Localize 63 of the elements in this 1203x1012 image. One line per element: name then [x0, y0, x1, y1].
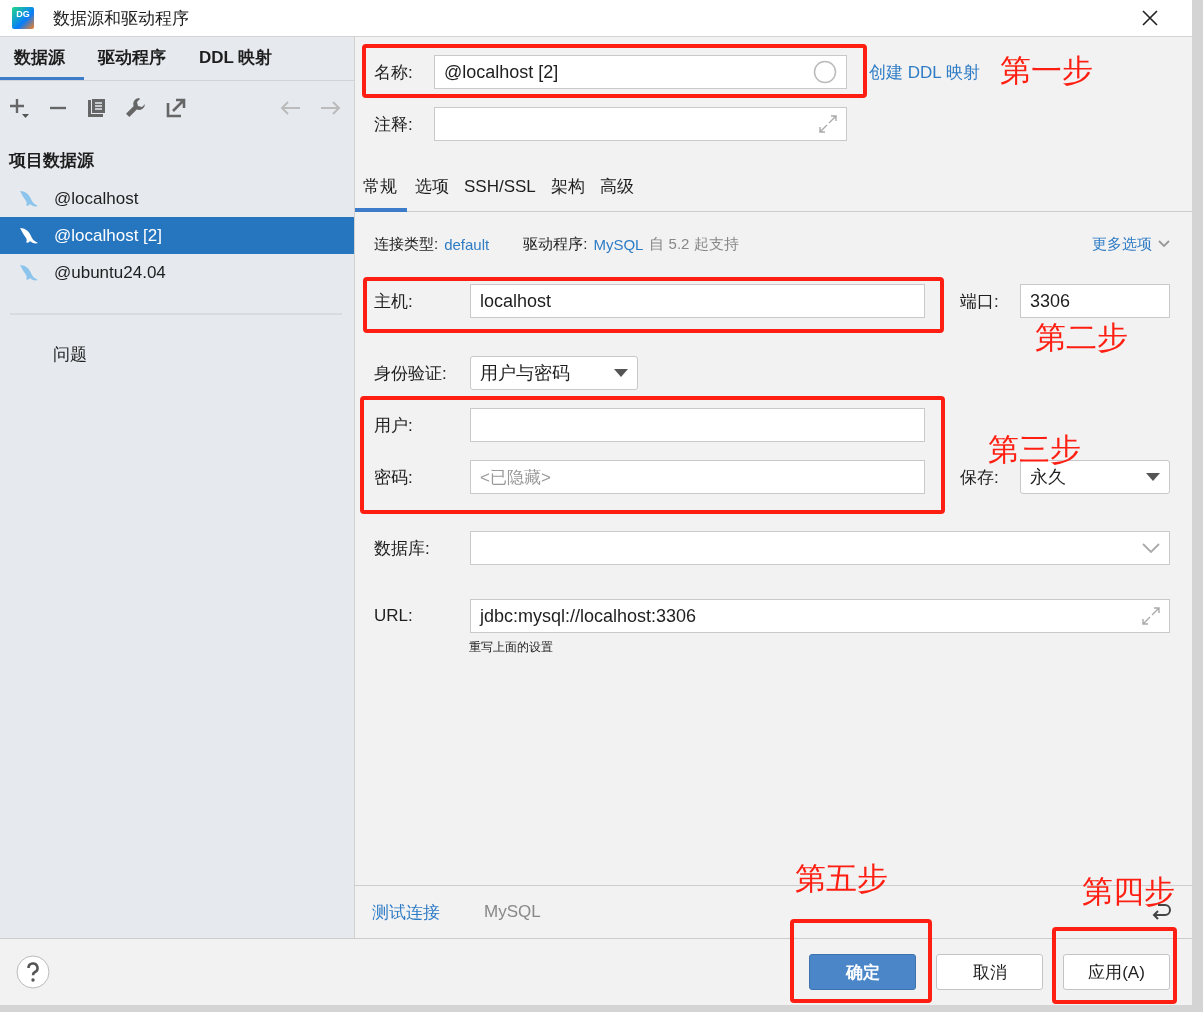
dropdown-arrow-icon	[614, 369, 628, 377]
field-label: 保存:	[960, 466, 1000, 489]
test-connection-link[interactable]: 测试连接	[372, 900, 440, 924]
problems-item[interactable]: 问题	[53, 343, 87, 366]
annotation-label: 第四步	[1082, 875, 1175, 909]
dolphin-icon	[18, 262, 40, 283]
field-label: 端口:	[960, 290, 1000, 313]
annotation-label: 第一步	[1000, 54, 1093, 88]
user-field[interactable]	[470, 408, 925, 442]
datasource-item[interactable]: @localhost [2]	[0, 217, 354, 254]
url-field[interactable]: jdbc:mysql://localhost:3306	[470, 599, 1170, 633]
export-icon[interactable]	[166, 98, 186, 118]
chevron-down-icon[interactable]	[1158, 240, 1170, 248]
app-logo: DG	[12, 7, 34, 29]
field-label: URL:	[374, 606, 414, 626]
field-label: 名称:	[374, 61, 414, 84]
name-field[interactable]: @localhost [2]	[434, 55, 847, 89]
field-label: 密码:	[374, 466, 414, 489]
field-label: 注释:	[374, 113, 414, 136]
sidebar-tab[interactable]: 驱动程序	[84, 37, 185, 80]
settings-tab[interactable]: 常规	[355, 165, 407, 212]
annotation-label: 第二步	[1035, 321, 1128, 355]
dropdown-arrow-icon	[1146, 473, 1160, 481]
settings-tab[interactable]: 选项	[407, 165, 456, 212]
datasource-item[interactable]: @ubuntu24.04	[0, 254, 354, 291]
field-label: 主机:	[374, 290, 414, 313]
driver-name: MySQL	[484, 902, 541, 922]
connection-type-label: 连接类型:	[374, 234, 439, 254]
settings-tab[interactable]: SSH/SSL	[456, 165, 543, 212]
auth-dropdown[interactable]: 用户与密码	[470, 356, 638, 390]
datasource-item[interactable]: @localhost	[0, 180, 354, 217]
section-heading: 项目数据源	[9, 150, 95, 172]
help-icon[interactable]	[16, 955, 50, 989]
chevron-down-icon	[1142, 543, 1160, 553]
host-field[interactable]: localhost	[470, 284, 925, 318]
field-label: 用户:	[374, 414, 414, 437]
field-label: 身份验证:	[374, 362, 448, 385]
sidebar-tab[interactable]: DDL 映射	[185, 37, 292, 80]
field-label: 数据库:	[374, 537, 431, 560]
window-title: 数据源和驱动程序	[53, 7, 190, 30]
ok-button[interactable]: 确定	[809, 954, 916, 990]
create-ddl-link[interactable]: 创建 DDL 映射	[869, 60, 980, 84]
driver-label: 驱动程序:	[523, 234, 588, 254]
dolphin-icon	[18, 188, 40, 209]
settings-tab[interactable]: 高级	[591, 165, 641, 212]
settings-tab[interactable]: 架构	[542, 165, 592, 212]
comment-field[interactable]	[434, 107, 847, 141]
sidebar-tab[interactable]: 数据源	[0, 37, 84, 80]
dialog-button[interactable]: 取消	[936, 954, 1043, 990]
annotation-label: 第五步	[795, 862, 888, 896]
driver-link[interactable]: MySQL	[593, 235, 644, 253]
copy-icon[interactable]	[86, 98, 106, 118]
wrench-icon[interactable]	[125, 97, 147, 119]
url-note: 重写上面的设置	[469, 639, 554, 656]
close-icon[interactable]	[1142, 10, 1158, 26]
driver-note: 自 5.2 起支持	[649, 234, 739, 254]
dialog-button[interactable]: 应用(A)	[1063, 954, 1170, 990]
port-field[interactable]: 3306	[1020, 284, 1170, 318]
dolphin-icon	[18, 225, 40, 246]
more-options-link[interactable]: 更多选项	[1092, 234, 1152, 254]
connection-type-link[interactable]: default	[444, 235, 490, 253]
circle-icon	[813, 60, 837, 84]
add-icon[interactable]	[8, 96, 30, 120]
